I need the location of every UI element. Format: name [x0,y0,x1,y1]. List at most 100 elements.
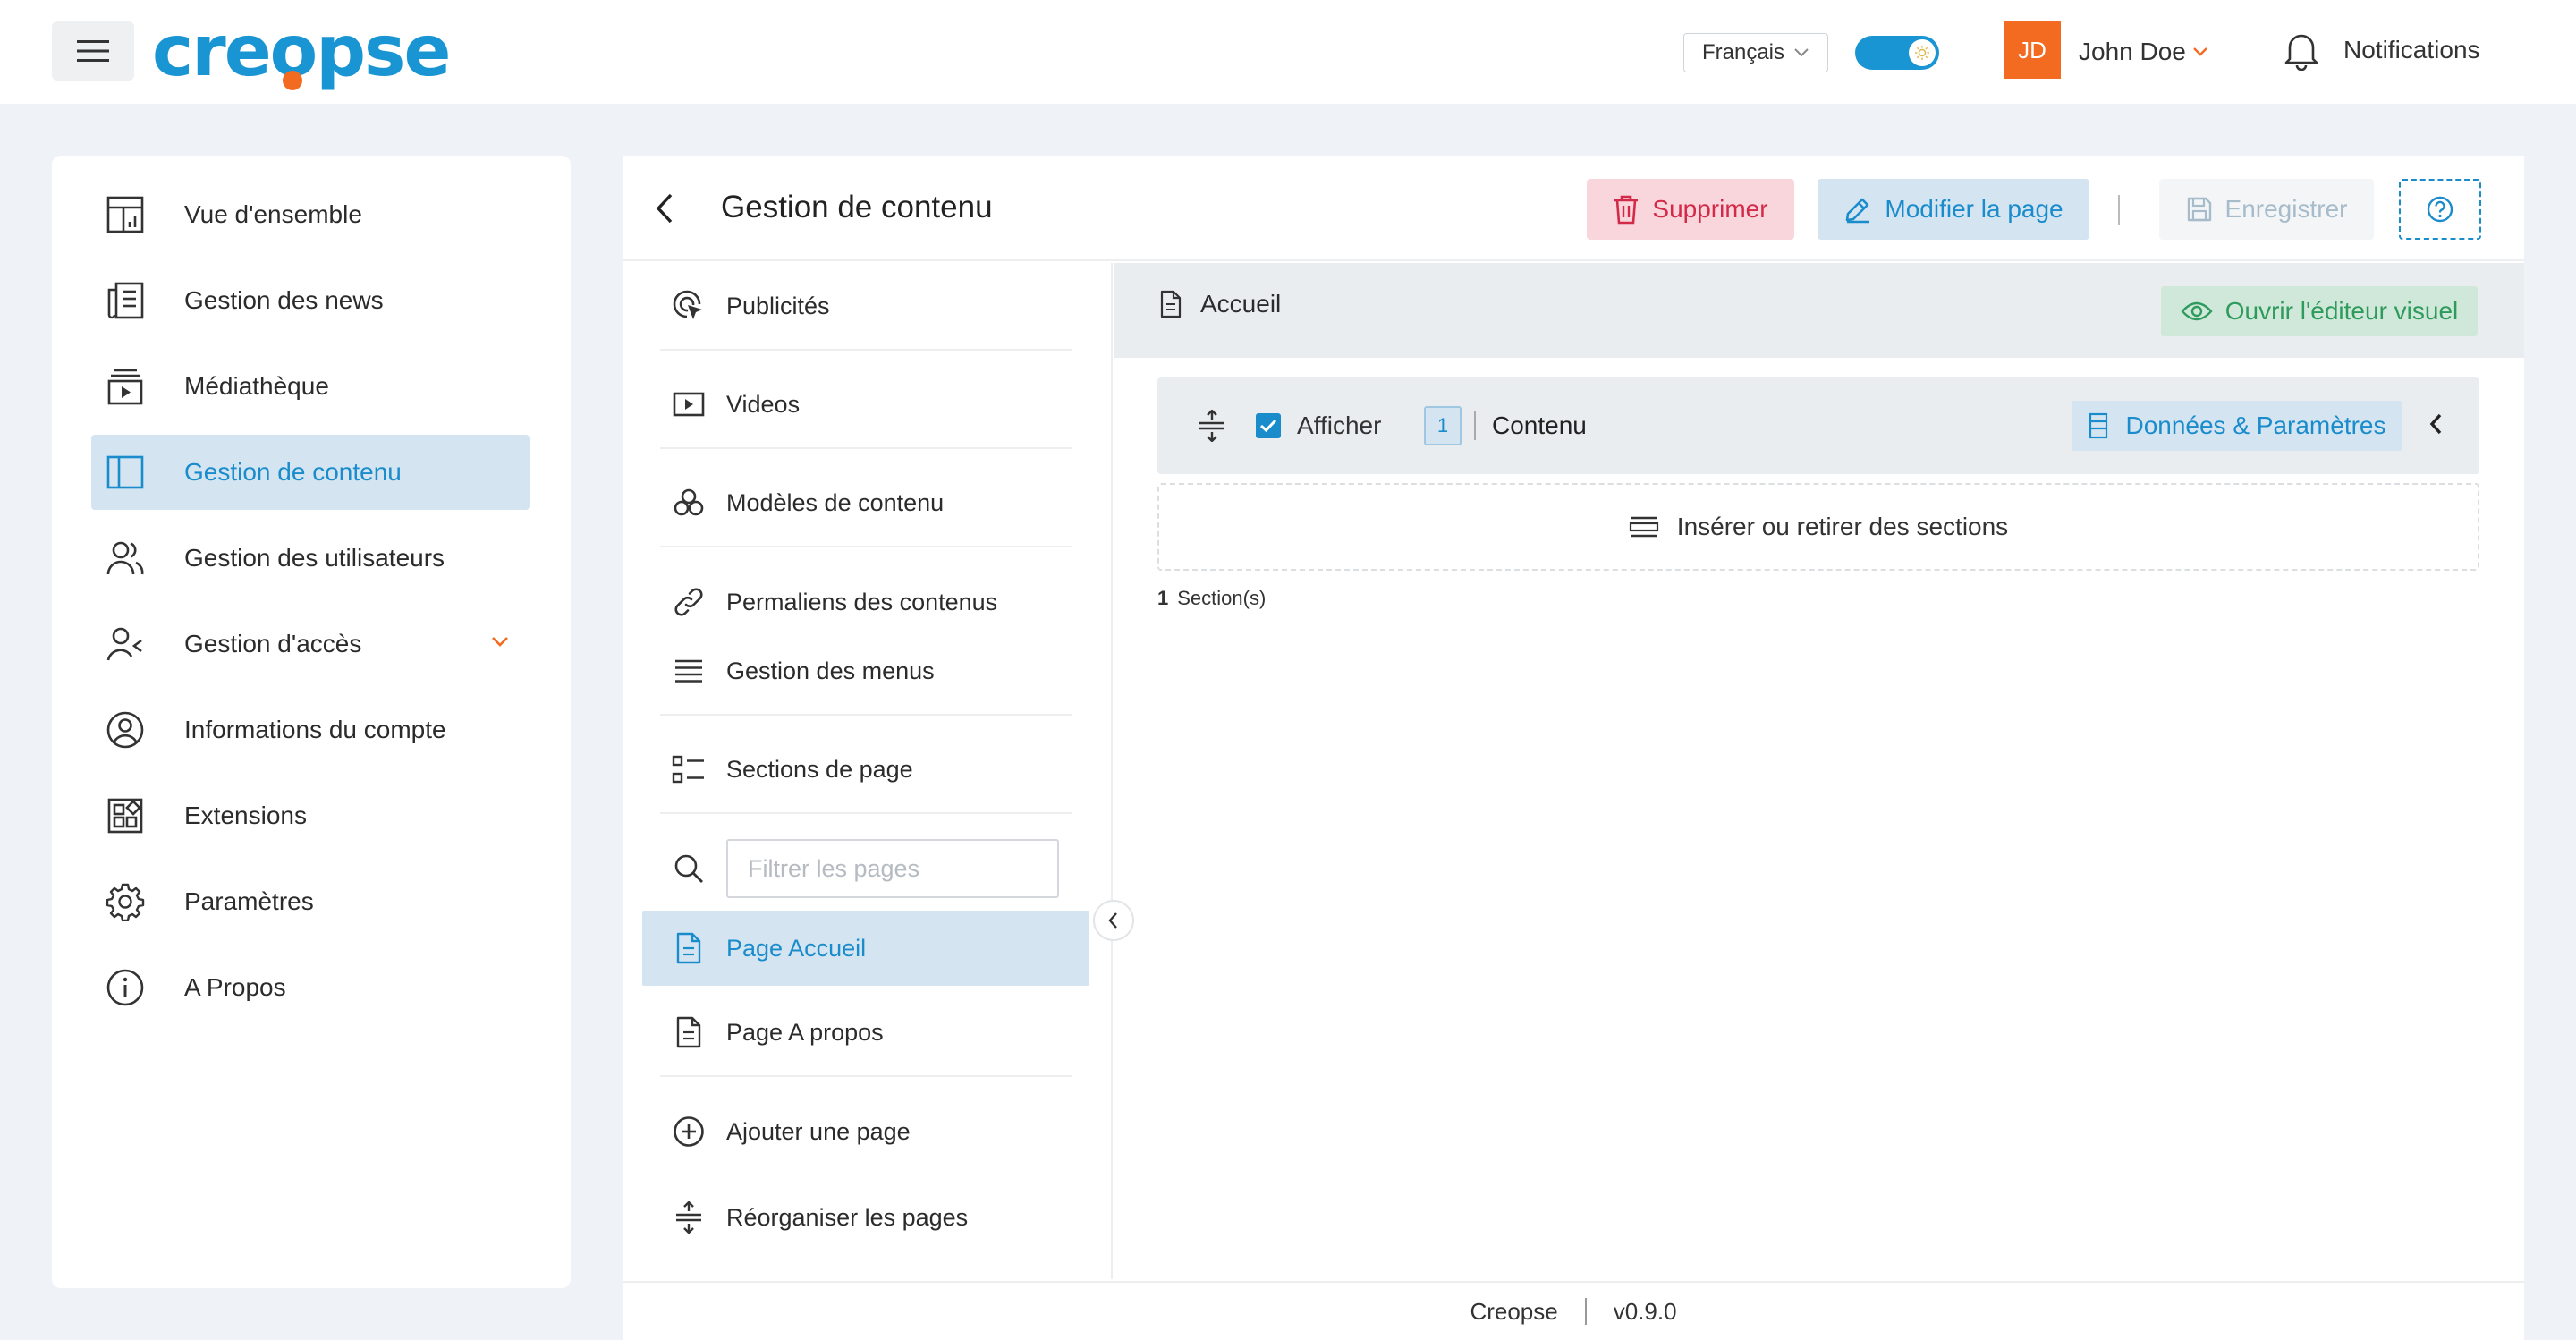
logo-text-post: pse [316,12,451,92]
theme-toggle[interactable] [1855,36,1939,70]
page-filter-input[interactable] [726,839,1059,898]
reorder-pages-button[interactable]: Réorganiser les pages [660,1174,1072,1261]
sidebar-item-media[interactable]: Médiathèque [91,349,530,424]
hamburger-menu-button[interactable] [52,21,134,81]
help-button[interactable] [2399,179,2481,240]
drag-handle-icon[interactable] [1197,410,1227,442]
collapse-nav-button[interactable] [1093,900,1134,941]
language-select[interactable]: Français [1683,33,1828,72]
layout-icon [104,453,147,492]
delete-button[interactable]: Supprimer [1587,179,1794,240]
avatar[interactable]: JD [2004,21,2061,79]
sidebar-item-label: Gestion de contenu [184,458,402,486]
back-button[interactable] [649,190,682,227]
check-icon [1259,419,1277,433]
sidebar-item-overview[interactable]: Vue d'ensemble [91,177,530,252]
sidebar-item-label: Informations du compte [184,716,446,743]
chevron-left-icon[interactable] [2428,411,2445,437]
sidebar-item-about[interactable]: A Propos [91,950,530,1025]
document-icon [1160,290,1182,318]
content-nav: Publicités Videos Modèles de contenu Per… [623,263,1113,1279]
trash-icon [1614,195,1639,225]
content-nav-label: Videos [726,390,801,418]
floppy-icon [2187,197,2211,222]
templates-icon [671,487,707,519]
sidebar: Vue d'ensemble Gestion des news Médiathè… [52,156,571,1288]
add-page-button[interactable]: Ajouter une page [660,1088,1072,1175]
video-icon [671,391,707,418]
content-nav-label: Modèles de contenu [726,488,945,516]
delete-label: Supprimer [1652,195,1768,223]
menu-lines-icon [671,658,707,683]
sidebar-item-extensions[interactable]: Extensions [91,778,530,853]
section-divider [1474,411,1476,440]
footer-version: v0.9.0 [1613,1297,1677,1325]
sidebar-item-account[interactable]: Informations du compte [91,692,530,768]
language-value: Français [1701,40,1785,64]
page-item-home[interactable]: Page Accueil [642,911,1089,986]
chevron-down-icon [1794,48,1809,57]
user-access-icon [104,624,147,664]
show-section-label: Afficher [1297,411,1382,439]
reorder-pages-label: Réorganiser les pages [726,1203,969,1231]
newspaper-icon [104,281,147,320]
search-icon [671,852,707,885]
app-logo[interactable]: cre o pse [152,12,451,92]
bell-icon [2284,34,2318,71]
sidebar-item-users[interactable]: Gestion des utilisateurs [91,521,530,596]
document-icon [671,932,707,964]
save-button[interactable]: Enregistrer [2159,179,2374,240]
page-item-about[interactable]: Page A propos [660,989,1072,1077]
logo-text-pre: cre [152,12,272,92]
database-icon [2089,412,2108,439]
cursor-click-icon [671,290,707,322]
add-page-label: Ajouter une page [726,1117,911,1145]
notifications-label: Notifications [2343,36,2480,64]
sidebar-item-access[interactable]: Gestion d'accès [91,606,530,682]
data-settings-button[interactable]: Données & Paramètres [2072,401,2402,451]
insert-sections-button[interactable]: Insérer ou retirer des sections [1157,483,2479,571]
logo-o: o [269,12,318,92]
sidebar-item-label: Gestion d'accès [184,630,362,657]
sidebar-item-label: Vue d'ensemble [184,200,362,228]
show-section-checkbox[interactable] [1256,413,1281,438]
sections-list-icon [1629,516,1658,538]
sun-icon [1915,46,1929,60]
link-icon [671,585,707,619]
content-nav-label: Permaliens des contenus [726,588,998,615]
content-nav-item-ads[interactable]: Publicités [660,263,1072,351]
footer: Creopse v0.9.0 [623,1281,2524,1340]
data-settings-label: Données & Paramètres [2125,411,2386,439]
user-menu[interactable]: John Doe [2079,34,2209,70]
open-visual-editor-button[interactable]: Ouvrir l'éditeur visuel [2161,286,2478,336]
sidebar-item-content[interactable]: Gestion de contenu [91,435,530,510]
content-nav-item-sections[interactable]: Sections de page [660,726,1072,814]
content-nav-item-videos[interactable]: Videos [660,361,1072,449]
sidebar-item-settings[interactable]: Paramètres [91,864,530,939]
sidebar-item-news[interactable]: Gestion des news [91,263,530,338]
section-count-label: Section(s) [1177,587,1267,609]
users-icon [104,539,147,578]
chevron-left-icon [656,193,673,224]
footer-divider [1584,1298,1587,1325]
content-nav-item-templates[interactable]: Modèles de contenu [660,460,1072,547]
edit-page-button[interactable]: Modifier la page [1818,179,2089,240]
save-label: Enregistrer [2224,195,2348,223]
content-nav-item-menus[interactable]: Gestion des menus [660,628,1072,716]
pencil-icon [1846,198,1870,224]
user-name: John Doe [2079,38,2186,65]
account-icon [104,710,147,750]
toolbar-divider [2118,195,2120,225]
main-header: Gestion de contenu Supprimer Modifier la… [623,156,2524,261]
section-name: Contenu [1492,411,1587,439]
info-icon [104,968,147,1007]
chevron-down-icon[interactable] [490,635,510,648]
sidebar-item-label: Gestion des news [184,286,384,314]
notifications-button[interactable]: Notifications [2283,27,2480,73]
sections-icon [671,754,707,784]
help-icon [2427,196,2453,223]
page-item-label: Page Accueil [726,934,867,962]
section-index-badge: 1 [1424,406,1462,445]
chevron-left-icon [1108,912,1117,929]
content-nav-label: Sections de page [726,755,913,783]
